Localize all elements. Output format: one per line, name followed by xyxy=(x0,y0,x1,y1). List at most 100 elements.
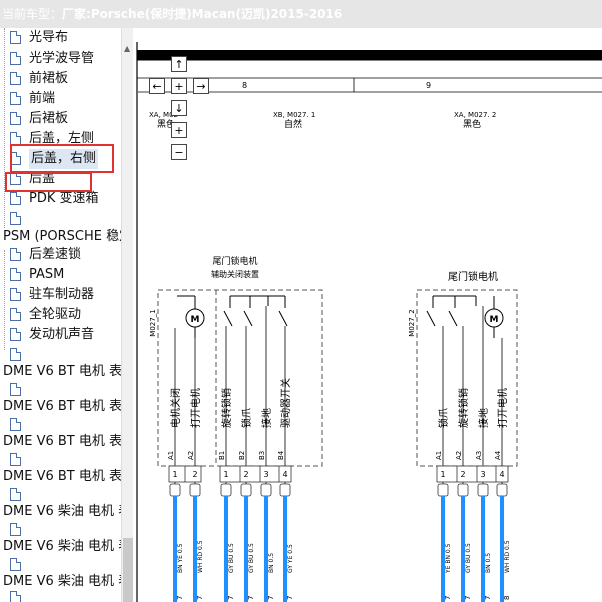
move-icon: + xyxy=(174,80,184,93)
document-icon xyxy=(10,488,21,501)
pin-func-label: 旋转锁销 xyxy=(457,388,470,428)
pin-id: B2 xyxy=(238,451,246,460)
wire-color-label: WH RD 0.5 xyxy=(197,540,204,573)
document-icon xyxy=(10,453,21,466)
pin-func-label: 驱动器开关 xyxy=(279,378,292,428)
tree-folder-label: DME V6 柴油 电机 表 xyxy=(3,574,132,589)
tree-item-label: 光学波导管 xyxy=(29,51,95,66)
pin-number: 1 xyxy=(172,470,177,479)
wire-number: 7 xyxy=(444,596,452,600)
tree-guide xyxy=(4,250,5,350)
document-icon xyxy=(10,591,21,602)
pin-number: 2 xyxy=(460,470,465,479)
connector-c-id: XA, M027. 2 xyxy=(454,111,496,119)
arrow-down-icon: ↓ xyxy=(174,102,184,115)
grid-col-8: 8 xyxy=(242,81,247,90)
wire-number: 7 xyxy=(196,596,204,600)
pan-center-button[interactable]: + xyxy=(171,78,187,94)
pin-number: 1 xyxy=(440,470,445,479)
tree-item-label: PDK 变速箱 xyxy=(29,191,99,206)
zoom-out-button[interactable]: − xyxy=(171,144,187,160)
motor1-ref: M027_1 xyxy=(149,309,157,336)
wire-color-label: YE BN 0.5 xyxy=(445,543,452,574)
wire-number: 7 xyxy=(227,596,235,600)
wire-color-label: WH RD 0.5 xyxy=(504,540,511,573)
pan-up-button[interactable]: ↑ xyxy=(171,56,187,72)
wire-number: 7 xyxy=(484,596,492,600)
pin-number: 4 xyxy=(499,470,504,479)
pin-func-label: 锁爪 xyxy=(437,408,450,428)
pin-id: B4 xyxy=(277,450,285,460)
pin-number: 2 xyxy=(192,470,197,479)
document-icon xyxy=(10,268,21,281)
wire-color-label: BN 0.5 xyxy=(485,553,492,573)
tree-folder-label: DME V6 BT 电机 表 xyxy=(3,434,122,449)
svg-text:M: M xyxy=(490,315,499,325)
connector-b-id: XB, M027. 1 xyxy=(273,111,315,119)
highlight-box-selected xyxy=(10,144,114,173)
wire-number: 7 xyxy=(267,596,275,600)
tree-item-label: 驻车制动器 xyxy=(29,287,95,302)
pin-number: 2 xyxy=(243,470,248,479)
document-icon xyxy=(10,558,21,571)
component-tree[interactable]: 光导布 光学波导管 前裙板 前端 后裙板 后盖，左侧 后盖，右侧 后盖 PDK … xyxy=(0,28,133,602)
scrollbar-thumb[interactable] xyxy=(123,538,133,602)
connector-c-color: 黑色 xyxy=(463,118,481,130)
pin-id: A2 xyxy=(455,451,463,460)
pin-func-label: 旋转锁销 xyxy=(220,388,233,428)
pin-number: 1 xyxy=(223,470,228,479)
wire-color-label: GY BU 0.5 xyxy=(228,543,235,573)
pan-right-button[interactable]: → xyxy=(193,78,209,94)
zoom-in-button[interactable]: + xyxy=(171,122,187,138)
pin-id: A3 xyxy=(475,451,483,460)
document-icon xyxy=(10,418,21,431)
wire-color-label: GY YE 0.5 xyxy=(287,544,294,573)
pin-number: 4 xyxy=(282,470,287,479)
wire-color-label: GY BU 0.5 xyxy=(248,543,255,573)
tree-item-label: 前裙板 xyxy=(29,71,69,86)
svg-text:M: M xyxy=(191,315,200,325)
wire-number: 8 xyxy=(503,596,511,600)
tree-folder-label: DME V6 柴油 电机 表 xyxy=(3,539,132,554)
tree-item-label: 前端 xyxy=(29,91,56,106)
arrow-up-icon: ↑ xyxy=(174,58,184,71)
document-icon xyxy=(10,308,21,321)
document-icon xyxy=(10,328,21,341)
wire-number: 7 xyxy=(286,596,294,600)
pan-left-button[interactable]: ← xyxy=(149,78,165,94)
document-icon xyxy=(10,248,21,261)
grid-col-9: 9 xyxy=(426,81,431,90)
pin-func-label: 锁爪 xyxy=(240,408,253,428)
model-title: 当前车型：厂家:Porsche(保时捷)Macan(迈凯)2015-2016 xyxy=(2,5,342,22)
pin-func-label: 打开电机 xyxy=(496,388,509,428)
document-icon xyxy=(10,31,21,44)
pin-id: B1 xyxy=(218,451,226,460)
document-icon xyxy=(10,288,21,301)
scroll-up-icon[interactable]: ▲ xyxy=(124,44,130,53)
model-name: 厂家:Porsche(保时捷)Macan(迈凯)2015-2016 xyxy=(62,7,343,21)
motor2-title: 尾门锁电机 xyxy=(448,270,498,283)
tree-item-label: PASM xyxy=(29,267,65,282)
document-icon xyxy=(10,212,21,225)
document-icon xyxy=(10,92,21,105)
tree-folder-label: DME V6 BT 电机 表 xyxy=(3,469,122,484)
document-icon xyxy=(10,72,21,85)
wiring-diagram[interactable]: 8 9 XA, M02 黑色 XB, M027. 1 自然 XA, M027. … xyxy=(133,28,602,602)
motor2-ref: M027_2 xyxy=(408,309,416,336)
tree-item-label: 后差速锁 xyxy=(29,247,82,262)
connector-b-color: 自然 xyxy=(284,118,302,130)
minus-icon: − xyxy=(174,146,184,159)
motor1-title: 尾门锁电机 xyxy=(212,255,257,267)
wire-color-label: BN 0.5 xyxy=(268,553,275,573)
pan-down-button[interactable]: ↓ xyxy=(171,100,187,116)
document-icon xyxy=(10,523,21,536)
document-icon xyxy=(10,348,21,361)
highlight-box-rear-cover xyxy=(5,172,92,192)
document-icon xyxy=(10,112,21,125)
pin-func-label: 打开电机 xyxy=(189,388,202,428)
pin-number: 3 xyxy=(263,470,268,479)
tree-item-label: 后裙板 xyxy=(29,111,69,126)
pin-func-label: 接地 xyxy=(477,408,490,428)
tree-folder-label: DME V6 柴油 电机 表 xyxy=(3,504,132,519)
pin-func-label: 电机关闭 xyxy=(169,388,182,428)
